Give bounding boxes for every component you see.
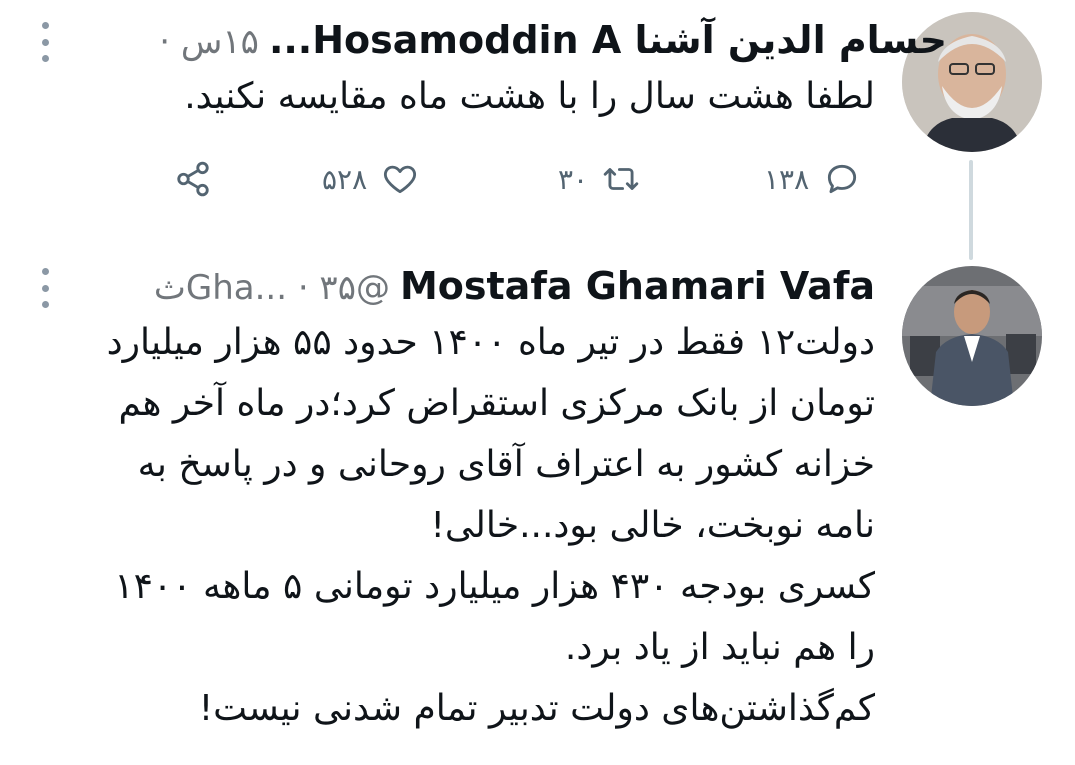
like-count: ۵۲۸ <box>322 162 368 196</box>
reply-count: ۱۳۸ <box>764 162 810 196</box>
avatar[interactable] <box>902 266 1042 406</box>
tweet-text: دولت۱۲ فقط در تیر ماه ۱۴۰۰ حدود ۵۵ هزار … <box>106 322 875 729</box>
like-button[interactable]: ۵۲۸ <box>322 160 419 198</box>
tweet-header: حسام الدین آشنا Hosamoddin A... ۱۵س · <box>159 18 947 62</box>
timestamp[interactable]: ۱۵س · <box>159 22 259 62</box>
tweet-header: Mostafa Ghamari Vafa @Gha... · ۳۵ث <box>154 264 875 308</box>
share-icon <box>177 161 209 197</box>
share-button[interactable] <box>174 160 212 198</box>
display-name[interactable]: حسام الدین آشنا Hosamoddin A... <box>269 18 947 62</box>
like-icon <box>384 165 417 194</box>
thread-connector <box>969 160 973 260</box>
more-options-icon[interactable] <box>38 268 52 308</box>
reply-icon <box>828 164 857 194</box>
retweet-count: ۳۰ <box>558 162 589 196</box>
avatar-photo <box>902 266 1042 406</box>
display-name[interactable]: Mostafa Ghamari Vafa <box>400 264 875 308</box>
more-options-icon[interactable] <box>38 22 52 62</box>
retweet-icon <box>603 168 639 190</box>
tweet-text: لطفا هشت سال را با هشت ماه مقایسه نکنید. <box>184 76 875 117</box>
retweet-button[interactable]: ۳۰ <box>558 160 640 198</box>
handle-and-timestamp[interactable]: @Gha... · ۳۵ث <box>154 268 390 308</box>
reply-button[interactable]: ۱۳۸ <box>764 160 861 198</box>
